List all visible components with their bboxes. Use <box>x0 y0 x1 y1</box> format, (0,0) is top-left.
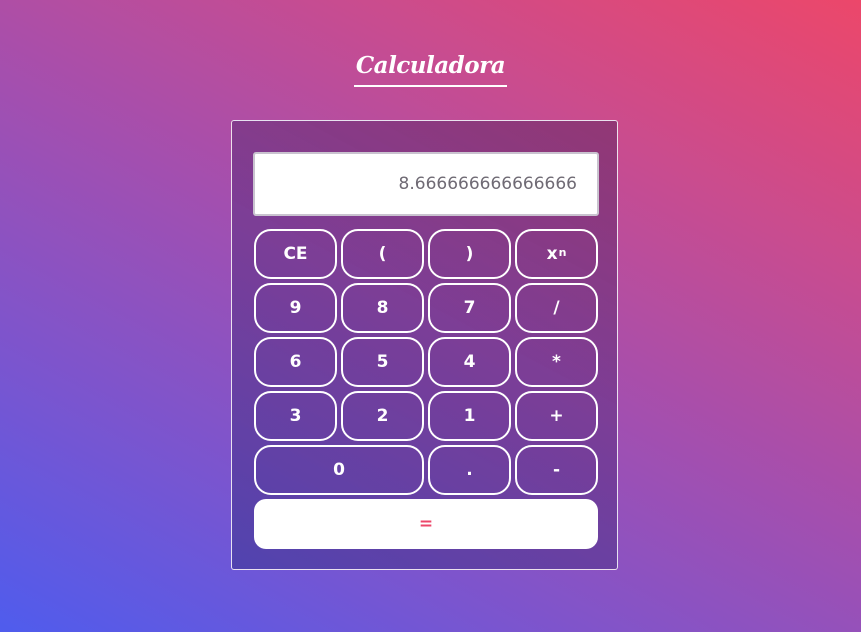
digit-7-button[interactable]: 7 <box>428 283 511 333</box>
open-paren-button[interactable]: ( <box>341 229 424 279</box>
digit-0-button[interactable]: 0 <box>254 445 424 495</box>
title-container: Calculadora <box>0 50 861 87</box>
close-paren-button[interactable]: ) <box>428 229 511 279</box>
digit-5-button[interactable]: 5 <box>341 337 424 387</box>
digit-6-button[interactable]: 6 <box>254 337 337 387</box>
digit-8-button[interactable]: 8 <box>341 283 424 333</box>
digit-4-button[interactable]: 4 <box>428 337 511 387</box>
subtract-button[interactable]: - <box>515 445 598 495</box>
power-button[interactable]: xn <box>515 229 598 279</box>
page-title: Calculadora <box>353 50 508 87</box>
calculator-panel: 8.666666666666666 CE ( ) xn 9 8 7 / 6 5 … <box>231 120 618 570</box>
multiply-button[interactable]: * <box>515 337 598 387</box>
divide-button[interactable]: / <box>515 283 598 333</box>
power-base-label: x <box>546 244 558 264</box>
add-button[interactable]: + <box>515 391 598 441</box>
digit-3-button[interactable]: 3 <box>254 391 337 441</box>
digit-2-button[interactable]: 2 <box>341 391 424 441</box>
clear-entry-button[interactable]: CE <box>254 229 337 279</box>
power-exponent-label: n <box>558 245 567 259</box>
digit-1-button[interactable]: 1 <box>428 391 511 441</box>
digit-9-button[interactable]: 9 <box>254 283 337 333</box>
display-field[interactable]: 8.666666666666666 <box>253 152 599 216</box>
equals-button[interactable]: = <box>254 499 598 549</box>
decimal-button[interactable]: . <box>428 445 511 495</box>
keypad: CE ( ) xn 9 8 7 / 6 5 4 * 3 2 1 + 0 . - … <box>254 229 598 559</box>
